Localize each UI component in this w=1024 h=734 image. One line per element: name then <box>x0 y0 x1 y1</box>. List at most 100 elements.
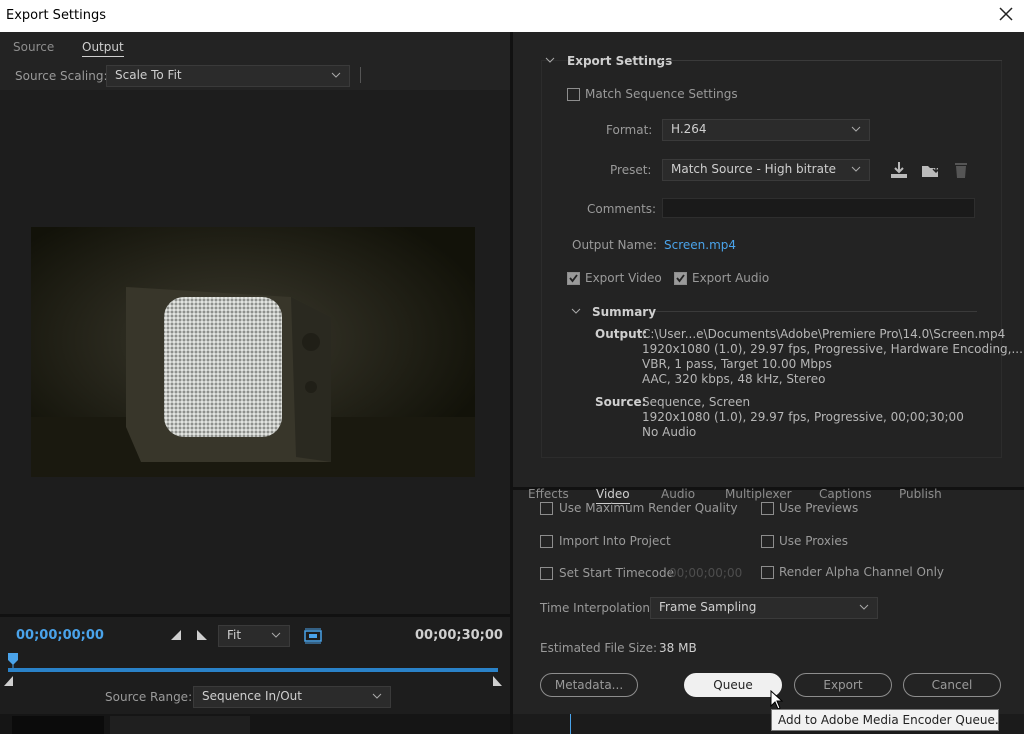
summary-source-line: 1920x1080 (1.0), 29.97 fps, Progressive,… <box>642 410 964 424</box>
summary-output-line: VBR, 1 pass, Target 10.00 Mbps <box>642 357 832 371</box>
check-icon <box>676 274 685 283</box>
summary-output-line: AAC, 320 kbps, 48 kHz, Stereo <box>642 372 826 386</box>
tab-effects[interactable]: Effects <box>528 487 569 501</box>
alpha-only-checkbox[interactable] <box>761 566 774 579</box>
save-preset-icon[interactable] <box>889 160 909 180</box>
alpha-only-label: Render Alpha Channel Only <box>779 565 945 579</box>
summary-source-block: Sequence, Screen 1920x1080 (1.0), 29.97 … <box>642 395 964 440</box>
tab-publish[interactable]: Publish <box>899 487 942 501</box>
queue-button[interactable]: Queue <box>684 673 782 697</box>
end-timecode: 00;00;30;00 <box>415 628 503 643</box>
import-preset-icon[interactable] <box>920 160 940 180</box>
comments-label: Comments: <box>587 202 657 216</box>
chevron-down-icon <box>372 693 382 699</box>
import-project-checkbox[interactable] <box>540 535 553 548</box>
aspect-ratio-icon[interactable] <box>303 626 323 646</box>
match-sequence-checkbox[interactable] <box>567 88 580 101</box>
summary-source-line: No Audio <box>642 425 697 439</box>
chevron-down-icon <box>271 632 281 638</box>
chevron-down-icon <box>851 126 861 132</box>
close-icon[interactable] <box>996 4 1016 24</box>
format-dropdown[interactable]: H.264 <box>662 119 870 141</box>
time-interpolation-value: Frame Sampling <box>659 600 757 614</box>
use-previews-checkbox[interactable] <box>761 502 774 515</box>
source-range-label: Source Range: <box>105 690 193 704</box>
output-name-label: Output Name: <box>572 238 657 252</box>
title-bar: Export Settings <box>0 0 1024 32</box>
left-tab-bar: Source Output <box>0 32 510 62</box>
chevron-down-icon[interactable] <box>570 305 582 317</box>
time-interpolation-label: Time Interpolation: <box>540 601 655 615</box>
tv-frame-image <box>31 227 475 477</box>
divider <box>0 614 510 617</box>
divider <box>360 67 361 83</box>
export-video-checkbox[interactable] <box>567 272 580 285</box>
mouse-cursor-icon <box>770 689 784 710</box>
chevron-down-icon <box>859 604 869 610</box>
set-out-point-icon[interactable] <box>196 629 208 641</box>
chevron-down-icon <box>331 72 341 78</box>
format-label: Format: <box>606 123 653 137</box>
summary-source-label: Source: <box>595 395 647 409</box>
start-timecode-checkbox[interactable] <box>540 567 553 580</box>
metadata-button[interactable]: Metadata... <box>540 673 638 697</box>
tab-multiplexer[interactable]: Multiplexer <box>725 487 792 501</box>
comments-field[interactable] <box>662 198 975 218</box>
source-range-value: Sequence In/Out <box>202 689 302 703</box>
source-scaling-label: Source Scaling: <box>15 69 108 83</box>
current-timecode[interactable]: 00;00;00;00 <box>16 628 104 643</box>
divider <box>662 60 1002 61</box>
chevron-down-icon <box>851 166 861 172</box>
divider <box>655 311 977 312</box>
source-scaling-dropdown[interactable]: Scale To Fit <box>106 65 350 87</box>
summary-source-line: Sequence, Screen <box>642 395 751 409</box>
playhead-icon[interactable] <box>7 652 19 668</box>
check-icon <box>569 274 578 283</box>
import-project-label: Import Into Project <box>559 534 671 548</box>
summary-output-block: C:\User...e\Documents\Adobe\Premiere Pro… <box>642 327 1023 387</box>
timeline-bar[interactable] <box>8 668 498 672</box>
start-timecode-label: Set Start Timecode <box>559 566 674 580</box>
source-scaling-value: Scale To Fit <box>115 68 182 82</box>
tab-captions[interactable]: Captions <box>819 487 872 501</box>
thumbnail <box>110 716 250 734</box>
zoom-fit-dropdown[interactable]: Fit <box>218 625 290 647</box>
thumbnail-strip <box>0 714 510 734</box>
export-video-label: Export Video <box>585 271 662 285</box>
window-title: Export Settings <box>6 8 107 23</box>
summary-output-line: C:\User...e\Documents\Adobe\Premiere Pro… <box>642 327 1006 341</box>
export-button[interactable]: Export <box>794 673 892 697</box>
output-name-link[interactable]: Screen.mp4 <box>664 238 736 252</box>
export-audio-checkbox[interactable] <box>674 272 687 285</box>
thumbnail <box>12 716 104 734</box>
use-previews-label: Use Previews <box>779 501 859 515</box>
in-point-handle-icon[interactable] <box>4 675 14 686</box>
summary-output-line: 1920x1080 (1.0), 29.97 fps, Progressive,… <box>642 342 1023 356</box>
zoom-fit-value: Fit <box>227 628 242 642</box>
preset-value: Match Source - High bitrate <box>671 162 837 176</box>
summary-header: Summary <box>592 305 657 319</box>
tab-audio[interactable]: Audio <box>661 487 695 501</box>
max-render-label: Use Maximum Render Quality <box>559 501 738 515</box>
tab-source[interactable]: Source <box>13 40 54 54</box>
out-point-handle-icon[interactable] <box>492 675 502 686</box>
cancel-button[interactable]: Cancel <box>903 673 1001 697</box>
export-settings-header: Export Settings <box>567 54 673 68</box>
source-scaling-row: Source Scaling: Scale To Fit <box>0 62 510 90</box>
use-proxies-checkbox[interactable] <box>761 535 774 548</box>
preset-dropdown[interactable]: Match Source - High bitrate <box>662 159 870 181</box>
queue-tooltip: Add to Adobe Media Encoder Queue. <box>771 709 999 731</box>
estimated-size-label: Estimated File Size: <box>540 641 658 655</box>
chevron-down-icon[interactable] <box>544 54 556 66</box>
delete-preset-icon[interactable] <box>951 160 971 180</box>
set-in-point-icon[interactable] <box>170 629 182 641</box>
source-range-dropdown[interactable]: Sequence In/Out <box>193 686 391 708</box>
tab-output[interactable]: Output <box>82 40 124 57</box>
summary-output-label: Output: <box>595 327 648 341</box>
export-audio-label: Export Audio <box>692 271 770 285</box>
use-proxies-label: Use Proxies <box>779 534 848 548</box>
match-sequence-label: Match Sequence Settings <box>585 87 738 101</box>
time-interpolation-dropdown[interactable]: Frame Sampling <box>650 597 878 619</box>
start-timecode-value[interactable]: 00;00;00;00 <box>669 566 742 580</box>
max-render-checkbox[interactable] <box>540 502 553 515</box>
